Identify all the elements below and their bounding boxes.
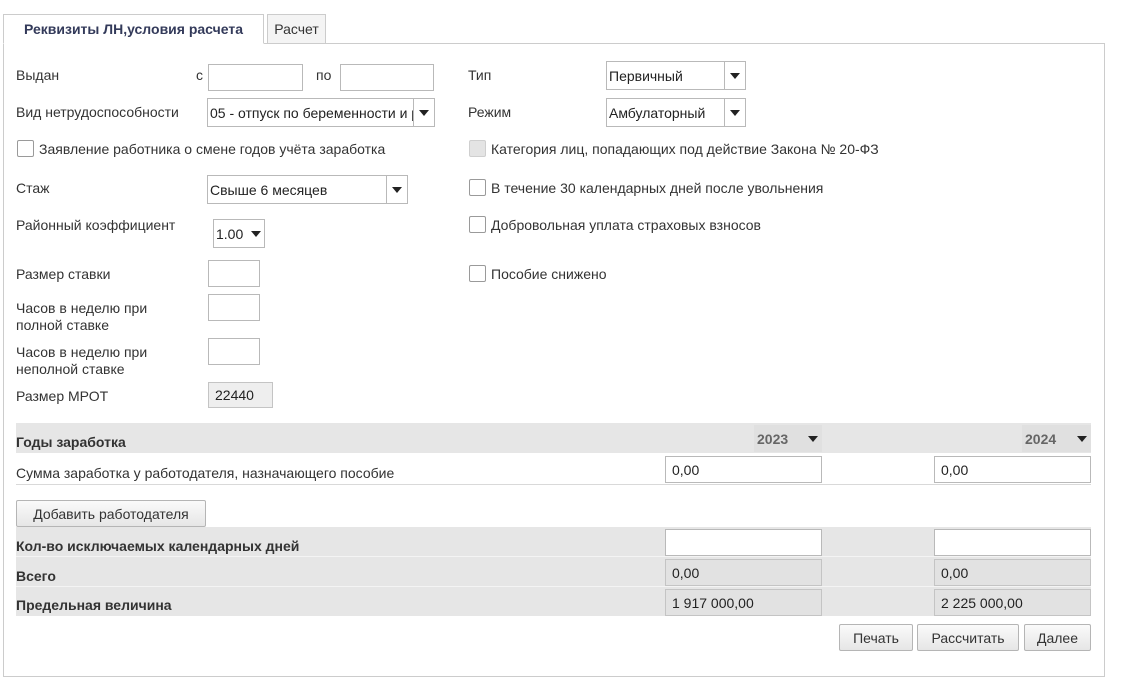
chevron-down-icon[interactable] [1073,435,1091,442]
within-30-days-label: В течение 30 календарных дней после увол… [491,180,824,196]
issued-from-label: с [196,67,203,83]
rate-input[interactable] [208,260,260,287]
tab-calculation-label: Расчет [274,21,319,37]
row-divider [16,586,1091,587]
stazh-select[interactable]: Свыше 6 месяцев [207,175,408,204]
incapacity-value: 05 - отпуск по беременности и родам [210,104,413,121]
limit-year1-value: 1 917 000,00 [665,589,822,616]
tab-calculation[interactable]: Расчет [267,14,326,44]
type-value: Первичный [609,67,683,84]
issued-from-input[interactable] [208,64,303,91]
law-20fz-label: Категория лиц, попадающих под действие З… [491,141,879,157]
stazh-value: Свыше 6 месяцев [210,181,328,198]
tab-requisites-label: Реквизиты ЛН,условия расчета [24,21,243,37]
chevron-down-icon[interactable] [413,99,434,126]
issued-label: Выдан [16,67,60,83]
hours-full-input[interactable] [208,294,260,321]
years-header-band [16,423,1091,453]
issued-to-label: по [316,67,332,83]
row-divider [16,556,1091,557]
hours-full-label-1: Часов в неделю при [16,300,148,316]
chevron-down-icon[interactable] [386,176,407,203]
chevron-down-icon[interactable] [804,435,822,442]
regional-select[interactable]: 1.00 [213,219,265,248]
year2-value: 2024 [1025,430,1057,447]
total-year2-value: 0,00 [934,559,1091,586]
type-select[interactable]: Первичный [606,61,746,90]
tab-requisites[interactable]: Реквизиты ЛН,условия расчета [3,14,264,44]
change-years-checkbox[interactable] [17,140,34,157]
year2-select[interactable]: 2024 [1022,425,1091,452]
year1-value: 2023 [757,430,789,447]
within-30-days-checkbox[interactable] [469,179,486,196]
add-employer-button[interactable]: Добавить работодателя [16,500,206,527]
mode-label: Режим [468,104,512,120]
limit-label: Предельная величина [16,597,172,613]
excluded-year2-input[interactable] [934,529,1091,556]
hours-part-input[interactable] [208,338,260,365]
total-year1-value: 0,00 [665,559,822,586]
sum-label: Сумма заработка у работодателя, назначаю… [16,465,395,481]
calculate-button[interactable]: Рассчитать [917,624,1019,651]
voluntary-checkbox[interactable] [469,216,486,233]
row-divider [16,484,1091,485]
reduced-checkbox[interactable] [469,265,486,282]
rate-label: Размер ставки [16,266,111,282]
mrot-label: Размер МРОТ [16,388,109,404]
type-label: Тип [468,67,492,83]
chevron-down-icon[interactable] [724,99,745,126]
years-title: Годы заработка [16,434,126,450]
hours-part-label-2: неполной ставке [16,361,125,377]
limit-year2-value: 2 225 000,00 [934,589,1091,616]
excluded-year1-input[interactable] [665,529,822,556]
incapacity-select[interactable]: 05 - отпуск по беременности и родам [207,98,435,127]
regional-label: Районный коэффициент [16,217,176,233]
mode-value: Амбулаторный [609,104,706,121]
sum-year2-input[interactable]: 0,00 [934,456,1091,483]
reduced-label: Пособие снижено [491,266,607,282]
excluded-label: Кол-во исключаемых календарных дней [16,538,300,554]
incapacity-label: Вид нетрудоспособности [16,104,179,120]
year1-select[interactable]: 2023 [754,425,822,452]
total-label: Всего [16,568,56,584]
chevron-down-icon[interactable] [724,62,745,89]
chevron-down-icon[interactable] [248,220,264,247]
voluntary-label: Добровольная уплата страховых взносов [491,217,761,233]
print-button[interactable]: Печать [839,624,913,651]
stazh-label: Стаж [16,180,50,196]
sum-year1-input[interactable]: 0,00 [665,456,822,483]
hours-part-label-1: Часов в неделю при [16,344,148,360]
mrot-value: 22440 [208,382,273,408]
issued-to-input[interactable] [340,64,434,91]
hours-full-label-2: полной ставке [16,317,110,333]
next-button[interactable]: Далее [1024,624,1091,651]
regional-value: 1.00 [216,225,244,242]
law-20fz-checkbox [469,140,486,157]
change-years-label: Заявление работника о смене годов учёта … [39,141,386,157]
mode-select[interactable]: Амбулаторный [606,98,746,127]
